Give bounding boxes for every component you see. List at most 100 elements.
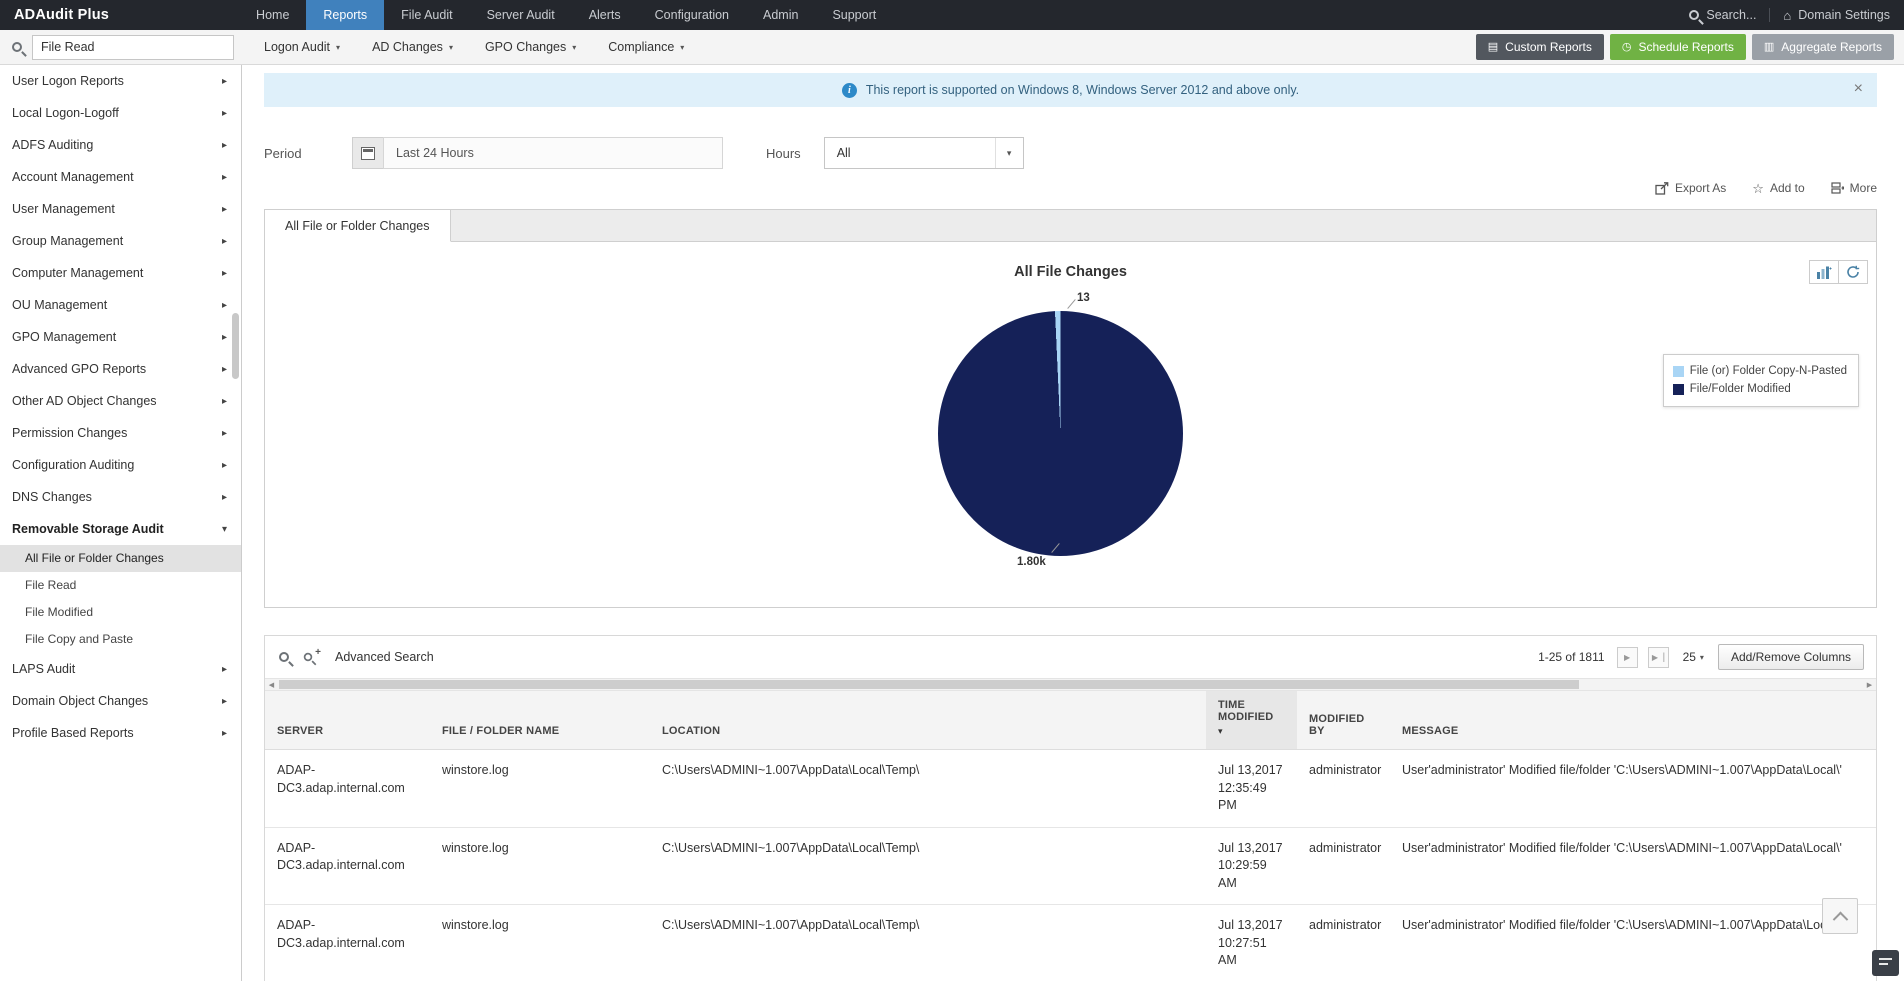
- banner-close-icon[interactable]: ×: [1854, 81, 1863, 97]
- sidebar-item-dns-changes[interactable]: DNS Changes ▸: [0, 481, 241, 513]
- sidebar-item-group-management[interactable]: Group Management ▸: [0, 225, 241, 257]
- nav-item-support[interactable]: Support: [815, 0, 893, 30]
- sidebar-item-user-management[interactable]: User Management ▸: [0, 193, 241, 225]
- sidebar-subitem-all-file-or-folder-changes[interactable]: All File or Folder Changes: [0, 545, 241, 572]
- global-search-label: Search...: [1706, 8, 1757, 22]
- column-header-server[interactable]: SERVER: [265, 691, 430, 750]
- menu-gpo-changes[interactable]: GPO Changes ▾: [469, 40, 592, 54]
- column-header-file-folder-name[interactable]: FILE / FOLDER NAME: [430, 691, 650, 750]
- tab-all-file-or-folder-changes[interactable]: All File or Folder Changes: [265, 210, 451, 242]
- menu-ad-changes[interactable]: AD Changes ▾: [356, 40, 469, 54]
- chevron-down-icon: ▾: [336, 42, 341, 52]
- sort-caret-icon: ▾: [1218, 726, 1223, 736]
- nav-item-alerts[interactable]: Alerts: [572, 0, 638, 30]
- sidebar-subitem-file-modified[interactable]: File Modified: [0, 599, 241, 626]
- sidebar-item-laps-audit[interactable]: LAPS Audit ▸: [0, 653, 241, 685]
- period-label: Period: [264, 145, 302, 161]
- domain-settings-button[interactable]: ⌂ Domain Settings: [1783, 8, 1890, 23]
- scroll-left-icon[interactable]: ◀: [265, 679, 278, 690]
- app-logo[interactable]: ADAudit Plus: [0, 0, 123, 30]
- pagination-controls: 1-25 of 1811 ▶ ▶▕ 25 ▾ Add/Remove Column…: [1538, 644, 1864, 670]
- domain-settings-label: Domain Settings: [1798, 8, 1890, 22]
- toolbar-buttons: ▤ Custom Reports ◷ Schedule Reports ▥ Aggrega…: [1475, 34, 1894, 60]
- cell-server: ADAP-DC3.adap.internal.com: [265, 827, 430, 905]
- chart-type-button[interactable]: [1809, 260, 1839, 284]
- sidebar-subitem-file-read[interactable]: File Read: [0, 572, 241, 599]
- sidebar-item-domain-object-changes[interactable]: Domain Object Changes ▸: [0, 685, 241, 717]
- scroll-to-top-button[interactable]: [1822, 898, 1858, 934]
- table-search-icon[interactable]: [279, 652, 289, 662]
- sidebar-item-gpo-management[interactable]: GPO Management ▸: [0, 321, 241, 353]
- advanced-search-label[interactable]: Advanced Search: [335, 650, 434, 664]
- sidebar-subitem-file-copy-and-paste[interactable]: File Copy and Paste: [0, 626, 241, 653]
- chevron-down-icon: ▾: [448, 42, 453, 52]
- report-search-icon[interactable]: [12, 42, 22, 52]
- table-row[interactable]: ADAP-DC3.adap.internal.com winstore.log C:…: [265, 827, 1876, 905]
- export-as-button[interactable]: Export As: [1655, 181, 1726, 195]
- table-row[interactable]: ADAP-DC3.adap.internal.com winstore.log C:…: [265, 749, 1876, 828]
- calendar-button[interactable]: [352, 137, 384, 169]
- sidebar-scrollbar-thumb[interactable]: [232, 313, 239, 379]
- refresh-chart-button[interactable]: [1838, 260, 1868, 284]
- cell-server: ADAP-DC3.adap.internal.com: [265, 904, 430, 981]
- scroll-right-icon[interactable]: ▶: [1863, 679, 1876, 690]
- chevron-up-icon: [1832, 911, 1848, 927]
- top-bar: ADAudit Plus Home Reports File Audit Server…: [0, 0, 1904, 30]
- chevron-right-icon: ▸: [221, 695, 227, 707]
- legend-item[interactable]: File/Folder Modified: [1672, 380, 1847, 398]
- aggregate-reports-button[interactable]: ▥ Aggregate Reports: [1751, 34, 1894, 60]
- nav-item-server-audit[interactable]: Server Audit: [470, 0, 572, 30]
- nav-item-home[interactable]: Home: [239, 0, 306, 30]
- nav-item-file-audit[interactable]: File Audit: [384, 0, 469, 30]
- results-table-panel: + Advanced Search 1-25 of 1811 ▶ ▶▕ 25 ▾…: [264, 635, 1877, 981]
- global-search-button[interactable]: Search...: [1689, 8, 1756, 22]
- more-button[interactable]: More: [1831, 181, 1877, 195]
- chevron-right-icon: ▸: [221, 727, 227, 739]
- nav-item-configuration[interactable]: Configuration: [638, 0, 746, 30]
- report-search-input[interactable]: [32, 34, 234, 60]
- sidebar-item-user-logon-reports[interactable]: User Logon Reports ▸: [0, 65, 241, 97]
- table-row[interactable]: ADAP-DC3.adap.internal.com winstore.log C:…: [265, 904, 1876, 981]
- nav-item-reports[interactable]: Reports: [306, 0, 385, 30]
- column-header-time-modified[interactable]: TIME MODIFIED ▾: [1206, 691, 1297, 750]
- legend-item[interactable]: File (or) Folder Copy-N-Pasted: [1672, 362, 1847, 380]
- refresh-icon: [1847, 265, 1860, 278]
- column-header-modified-by[interactable]: MODIFIED BY: [1297, 691, 1390, 750]
- last-page-button[interactable]: ▶▕: [1647, 646, 1669, 668]
- period-input[interactable]: Last 24 Hours: [383, 137, 723, 169]
- schedule-reports-button[interactable]: ◷ Schedule Reports: [1609, 34, 1746, 60]
- sidebar-item-configuration-auditing[interactable]: Configuration Auditing ▸: [0, 449, 241, 481]
- custom-reports-button[interactable]: ▤ Custom Reports: [1475, 34, 1604, 60]
- pie-chart[interactable]: [938, 311, 1183, 556]
- add-remove-columns-button[interactable]: Add/Remove Columns: [1717, 644, 1864, 670]
- sidebar-item-permission-changes[interactable]: Permission Changes ▸: [0, 417, 241, 449]
- sidebar-item-profile-based-reports[interactable]: Profile Based Reports ▸: [0, 717, 241, 749]
- page-size-select[interactable]: 25 ▾: [1683, 650, 1704, 664]
- cell-loc: C:\Users\ADMINI~1.007\AppData\Local\Temp…: [650, 749, 1206, 828]
- chevron-right-icon: ▸: [221, 427, 227, 439]
- sidebar-item-other-ad-object-changes[interactable]: Other AD Object Changes ▸: [0, 385, 241, 417]
- sidebar-item-adfs-auditing[interactable]: ADFS Auditing ▸: [0, 129, 241, 161]
- cell-file: winstore.log: [430, 827, 650, 905]
- horizontal-scrollbar[interactable]: ◀ ▶: [265, 678, 1876, 691]
- sidebar-item-local-logon-logoff[interactable]: Local Logon-Logoff ▸: [0, 97, 241, 129]
- sidebar-item-ou-management[interactable]: OU Management ▸: [0, 289, 241, 321]
- chat-icon[interactable]: [1872, 950, 1899, 976]
- domain-icon: ⌂: [1783, 7, 1792, 23]
- sidebar-item-account-management[interactable]: Account Management ▸: [0, 161, 241, 193]
- sidebar-item-removable-storage-audit[interactable]: Removable Storage Audit ▾: [0, 513, 241, 545]
- scrollbar-thumb[interactable]: [279, 680, 1579, 689]
- info-banner: i This report is supported on Windows 8,…: [264, 73, 1877, 107]
- column-header-message[interactable]: MESSAGE: [1390, 691, 1876, 750]
- chevron-right-icon: ▸: [221, 139, 227, 151]
- menu-compliance[interactable]: Compliance ▾: [592, 40, 700, 54]
- sidebar-item-computer-management[interactable]: Computer Management ▸: [0, 257, 241, 289]
- hours-select[interactable]: All ▾: [823, 137, 1024, 169]
- advanced-search-icon[interactable]: +: [303, 647, 321, 664]
- sidebar-item-advanced-gpo-reports[interactable]: Advanced GPO Reports ▸: [0, 353, 241, 385]
- next-page-button[interactable]: ▶: [1616, 646, 1638, 668]
- column-header-location[interactable]: LOCATION: [650, 691, 1206, 750]
- nav-item-admin[interactable]: Admin: [746, 0, 815, 30]
- add-to-button[interactable]: ☆ Add to: [1752, 181, 1804, 195]
- menu-logon-audit[interactable]: Logon Audit ▾: [248, 40, 356, 54]
